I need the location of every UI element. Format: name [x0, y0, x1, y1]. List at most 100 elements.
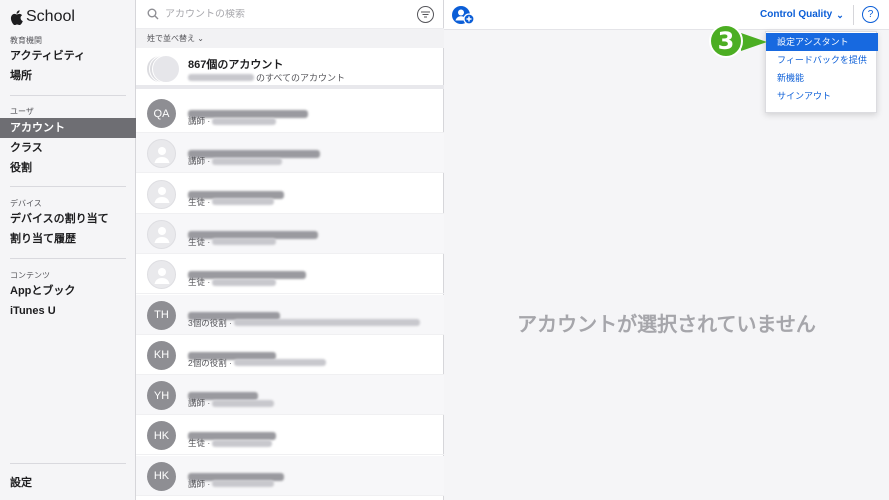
role-label: 講師 ·	[188, 478, 211, 489]
sidebar-divider	[10, 258, 126, 259]
chevron-down-icon: ⌄	[836, 10, 844, 20]
filter-button[interactable]	[417, 6, 434, 23]
sidebar-item-locations[interactable]: 場所	[0, 66, 136, 86]
redacted-text	[212, 238, 277, 246]
sidebar-divider	[10, 463, 126, 464]
role-label: 2個の役割 ·	[188, 357, 232, 368]
list-item[interactable]: 生徒 ·	[136, 213, 444, 254]
menu-item-sign-out[interactable]: サインアウト	[766, 87, 878, 105]
role-label: 3個の役割 ·	[188, 317, 232, 328]
sidebar-item-itunes-u[interactable]: iTunes U	[0, 301, 136, 321]
list-item[interactable]: QA 講師 ·	[136, 93, 444, 133]
list-item[interactable]: 講師 ·	[136, 133, 444, 174]
add-account-icon[interactable]	[451, 5, 475, 25]
account-list-pane: 姓で並べ替え ⌄ 867個のアカウント のすべてのアカウント QA 講師 · 講師 …	[136, 0, 444, 500]
account-role: 生徒 ·	[188, 437, 273, 449]
avatar: TH	[147, 300, 176, 330]
sidebar-divider	[10, 186, 126, 187]
role-label: 生徒 ·	[188, 236, 211, 247]
stacked-avatars-icon	[146, 54, 182, 84]
avatar: HK	[147, 461, 176, 491]
account-role: 講師 ·	[188, 397, 275, 409]
role-label: 生徒 ·	[188, 277, 211, 288]
avatar-placeholder-icon	[147, 179, 176, 209]
sidebar-item-assignment-history[interactable]: 割り当て履歴	[0, 229, 136, 249]
redacted-text	[233, 319, 420, 326]
avatar: KH	[147, 340, 176, 370]
role-label: 講師 ·	[188, 156, 211, 167]
app-window: School 教育機関 アクティビティ 場所 ユーザ アカウント クラス 役割 …	[0, 0, 889, 500]
account-count-subtitle: のすべてのアカウント	[188, 71, 345, 84]
sidebar: School 教育機関 アクティビティ 場所 ユーザ アカウント クラス 役割 …	[0, 0, 136, 500]
sidebar-divider	[10, 95, 126, 96]
sidebar-item-settings[interactable]: 設定	[0, 473, 136, 493]
account-role: 生徒 ·	[188, 236, 277, 248]
account-count: 867個のアカウント	[188, 59, 284, 71]
brand: School	[10, 6, 75, 28]
redacted-text	[212, 278, 277, 286]
sidebar-item-apps-books[interactable]: Appとブック	[0, 281, 136, 301]
redacted-text	[212, 117, 277, 125]
all-accounts-row[interactable]: 867個のアカウント のすべてのアカウント	[136, 48, 444, 89]
redacted-text	[233, 359, 326, 367]
redacted-text	[212, 198, 275, 206]
menu-item-feedback[interactable]: フィードバックを提供	[766, 51, 878, 69]
account-role: 3個の役割 ·	[188, 317, 420, 329]
account-role: 講師 ·	[188, 478, 275, 490]
sort-menu[interactable]: 姓で並べ替え ⌄	[136, 29, 444, 48]
avatar-placeholder-icon	[147, 219, 176, 249]
annotation-arrow-icon	[741, 33, 767, 51]
avatar-placeholder-icon	[147, 139, 176, 169]
redacted-text	[212, 157, 283, 165]
account-role: 2個の役割 ·	[188, 357, 326, 369]
list-item[interactable]: HK 講師 ·	[136, 455, 444, 496]
account-role: 生徒 ·	[188, 196, 275, 208]
role-label: 生徒 ·	[188, 196, 211, 207]
apple-logo-icon	[10, 9, 23, 25]
search-bar	[136, 0, 444, 29]
search-icon	[147, 8, 159, 20]
sidebar-item-accounts[interactable]: アカウント	[0, 118, 136, 138]
search-input[interactable]	[165, 8, 415, 20]
sidebar-item-device-assignments[interactable]: デバイスの割り当て	[0, 209, 136, 229]
list-item[interactable]: KH 2個の役割 ·	[136, 335, 444, 375]
organization-name: Control Quality	[760, 9, 833, 20]
section-header-devices: デバイス	[10, 199, 42, 208]
account-role: 講師 ·	[188, 115, 277, 127]
avatar-placeholder-icon	[147, 260, 176, 290]
chevron-down-icon: ⌄	[197, 34, 204, 43]
sidebar-item-activity[interactable]: アクティビティ	[0, 46, 136, 66]
avatar: YH	[147, 381, 176, 411]
avatar: QA	[147, 99, 176, 128]
list-item[interactable]: HK 生徒 ·	[136, 415, 444, 456]
avatar: HK	[147, 421, 176, 451]
section-header-users: ユーザ	[10, 107, 34, 116]
list-item[interactable]: YH 講師 ·	[136, 375, 444, 416]
account-role: 生徒 ·	[188, 276, 277, 288]
role-label: 講師 ·	[188, 398, 211, 409]
empty-state-message: アカウントが選択されていません	[517, 314, 816, 336]
redacted-text	[212, 439, 273, 447]
role-label: 生徒 ·	[188, 438, 211, 449]
sort-label: 姓で並べ替え	[147, 34, 195, 43]
step-number-badge: 3	[709, 24, 743, 58]
section-header-education: 教育機関	[10, 36, 42, 45]
brand-name: School	[26, 8, 75, 25]
redacted-text	[212, 399, 275, 407]
account-role: 講師 ·	[188, 155, 283, 167]
list-item[interactable]: 生徒 ·	[136, 174, 444, 214]
list-item[interactable]: 生徒 ·	[136, 254, 444, 295]
redacted-text	[188, 74, 254, 81]
organization-menu[interactable]: Control Quality ⌄	[760, 0, 844, 30]
list-item[interactable]: TH 3個の役割 ·	[136, 294, 444, 335]
sidebar-item-roles[interactable]: 役割	[0, 158, 136, 178]
toolbar-divider	[853, 5, 854, 25]
organization-dropdown-menu: 設定アシスタント フィードバックを提供 新機能 サインアウト	[765, 31, 878, 113]
filter-icon	[421, 11, 430, 18]
help-button[interactable]: ?	[862, 6, 879, 23]
sidebar-item-classes[interactable]: クラス	[0, 138, 136, 158]
redacted-text	[212, 480, 275, 488]
menu-item-whats-new[interactable]: 新機能	[766, 69, 878, 87]
section-header-content: コンテンツ	[10, 271, 50, 280]
menu-item-setup-assistant[interactable]: 設定アシスタント	[766, 33, 878, 51]
